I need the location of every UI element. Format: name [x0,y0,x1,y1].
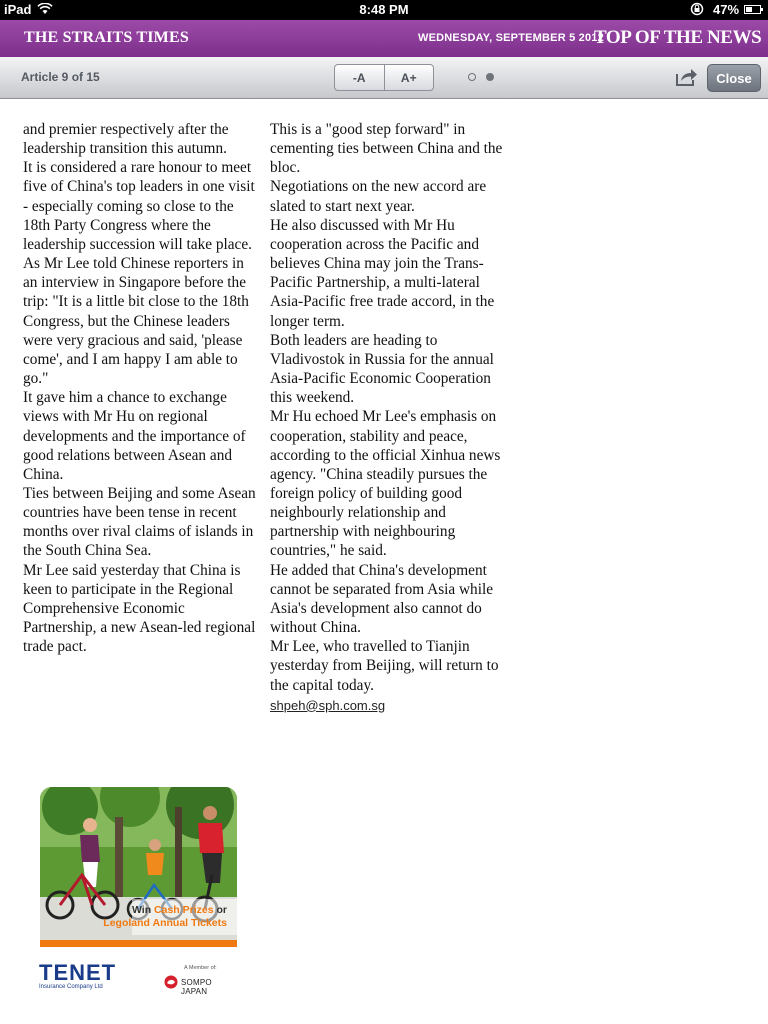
member-of-label: A Member of: [184,965,217,971]
article-column-1: and premier respectively after the leade… [23,120,259,656]
sompo-japan-logo[interactable]: A Member of: SOMPO JAPAN [164,965,238,996]
paragraph: Mr Hu echoed Mr Lee's emphasis on cooper… [270,408,501,560]
author-email-link[interactable]: shpeh@sph.com.sg [270,696,385,715]
paragraph: As Mr Lee told Chinese reporters in an i… [23,255,249,388]
paragraph: Mr Lee said yesterday that China is keen… [23,561,256,656]
share-icon[interactable] [674,66,698,88]
sponsor-subtitle: Insurance Company Ltd [39,984,103,990]
rotation-lock-icon [690,2,704,19]
article-toolbar: Article 9 of 15 -A A+ Close [0,57,768,99]
tenet-logo[interactable]: TENET Insurance Company Ltd [39,960,117,994]
advert-highlight: Cash Prizes [154,904,214,916]
paragraph: It is considered a rare honour to meet f… [23,159,255,253]
paragraph: Both leaders are heading to Vladivostok … [270,331,494,407]
masthead: THE STRAITS TIMES WEDNESDAY, SEPTEMBER 5… [0,20,768,57]
advert-text-suffix: or [213,904,227,916]
advert-text-prefix: Win [131,904,155,916]
page-indicator-dot-active[interactable] [486,73,494,81]
publication-name: THE STRAITS TIMES [24,29,189,46]
paragraph: Negotiations on the new accord are slate… [270,178,487,215]
sompo-mark-icon [164,975,178,989]
paragraph: He also discussed with Mr Hu cooperation… [270,216,495,330]
advert-accent-bar [40,940,237,947]
battery-icon [744,5,763,14]
font-size-control: -A A+ [334,64,434,91]
page-indicator-dot[interactable] [468,73,476,81]
advert-text: Win Cash Prizes or Legoland Annual Ticke… [103,904,227,930]
article-counter: Article 9 of 15 [21,70,100,84]
status-bar: iPad 8:48 PM 47% [0,0,768,20]
paragraph: and premier respectively after the leade… [23,121,229,158]
status-time: 8:48 PM [359,2,409,17]
battery-percent: 47% [713,2,740,17]
paragraph: Mr Lee, who travelled to Tianjin yesterd… [270,638,499,694]
font-decrease-button[interactable]: -A [335,65,384,90]
article-column-2: This is a "good step forward" in cementi… [270,120,506,715]
paragraph: It gave him a chance to exchange views w… [23,389,246,483]
paragraph: He added that China's development cannot… [270,561,493,637]
issue-date: WEDNESDAY, SEPTEMBER 5 2012 [418,32,604,44]
paragraph: Ties between Beijing and some Asean coun… [23,484,256,560]
section-title: TOP OF THE NEWS [594,27,762,48]
font-increase-button[interactable]: A+ [383,65,434,90]
advert-tickets: Legoland Annual Tickets [103,917,227,929]
sponsor-name: TENET [39,960,117,985]
close-button[interactable]: Close [707,64,761,92]
advertisement-banner[interactable]: Win Cash Prizes or Legoland Annual Ticke… [40,787,237,947]
paragraph: This is a "good step forward" in cementi… [270,121,503,177]
parent-company-name: SOMPO JAPAN [181,978,212,996]
